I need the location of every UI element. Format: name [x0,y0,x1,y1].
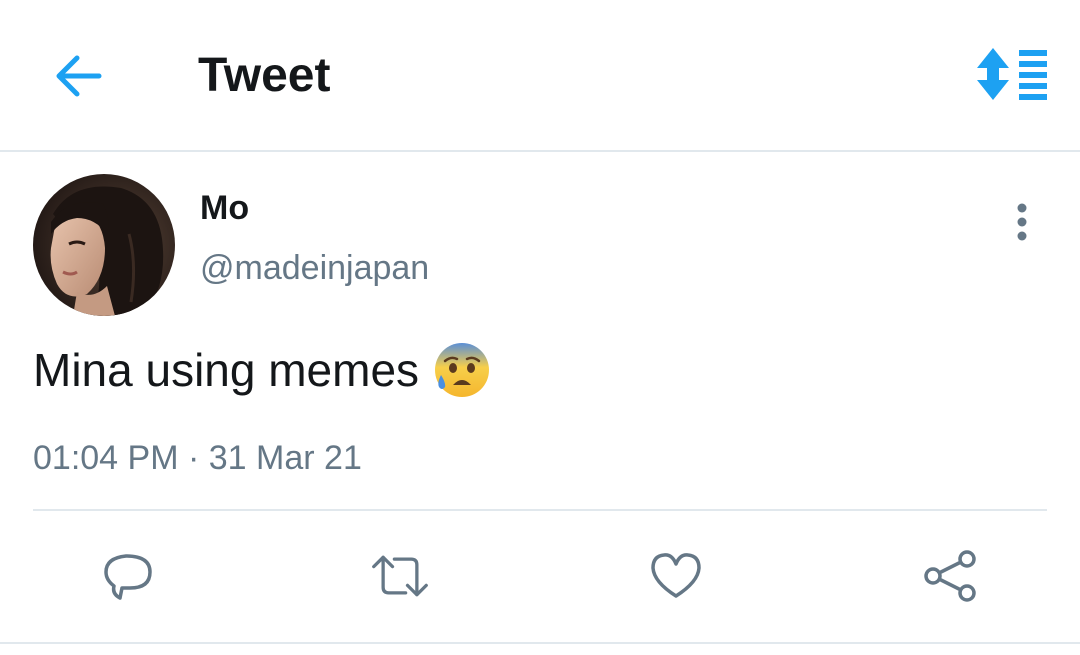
top-app-bar: Tweet [0,0,1080,152]
divider [33,509,1047,511]
tweet-detail-screen: Tweet Mo @madeinjapan Mina using memes 0… [0,0,1080,655]
tweet-time: 01:04 PM [33,439,179,477]
tweet-text: Mina using memes [33,344,420,396]
more-vertical-icon [1017,203,1027,241]
more-options-button[interactable] [1000,200,1044,244]
heart-icon [651,553,701,598]
like-button[interactable] [646,546,706,606]
reply-button[interactable] [98,546,158,606]
tweet-timestamp: 01:04 PM · 31 Mar 21 [33,436,362,480]
retweet-button[interactable] [370,546,430,606]
reply-icon [104,554,152,600]
tweet-text-container: Mina using memes [33,340,491,400]
author-display-name[interactable]: Mo [200,188,249,228]
author-handle[interactable]: @madeinjapan [200,248,429,288]
tweet-date: 31 Mar 21 [208,439,362,477]
back-button[interactable] [48,50,108,102]
sort-replies-button[interactable] [975,44,1051,104]
tweet-card: Mo @madeinjapan Mina using memes 01:04 P… [0,152,1080,655]
retweet-icon [372,555,428,597]
page-title: Tweet [198,49,331,102]
anxious-face-with-sweat-emoji [435,343,490,397]
share-icon [924,550,976,602]
avatar[interactable] [33,174,175,316]
arrow-left-icon [56,55,102,97]
timestamp-separator: · [187,439,200,477]
bottom-divider [0,642,1080,644]
sort-replies-icon [977,48,1047,100]
profile-photo [33,174,175,316]
share-button[interactable] [920,546,980,606]
